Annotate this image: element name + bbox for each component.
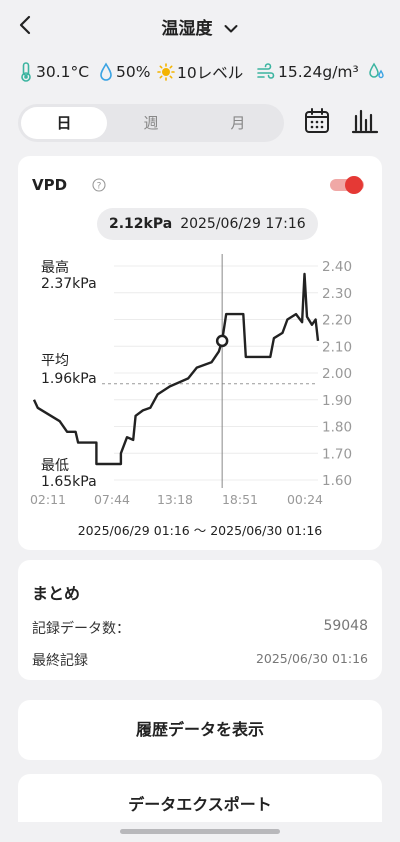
y-tick-label: 2.10 bbox=[322, 339, 352, 355]
vpd-title: VPD bbox=[32, 176, 68, 194]
export-button[interactable]: データエクスポート bbox=[18, 774, 382, 822]
droplets-icon bbox=[369, 62, 384, 79]
light-value: 10レベル bbox=[177, 64, 244, 82]
header: 温湿度 bbox=[0, 0, 400, 52]
temperature-stat: 30.1°C bbox=[18, 58, 89, 86]
humidity-value: 50% bbox=[116, 63, 151, 81]
y-tick-label: 1.80 bbox=[322, 420, 352, 436]
chevron-down-icon bbox=[224, 25, 238, 33]
water-drop-icon bbox=[100, 62, 112, 81]
selected-point-marker bbox=[215, 334, 229, 348]
sensor-stats: 30.1°C 50% 10レベル 15.24g/m³ bbox=[0, 58, 400, 86]
date-range: 2025/06/29 01:16 〜 2025/06/30 01:16 bbox=[77, 523, 323, 538]
humidity-stat: 50% bbox=[98, 58, 150, 86]
x-tick-label: 07:44 bbox=[94, 492, 130, 507]
summary-card: まとめ 記録データ数： 59048 最終記録 2025/06/30 01:16 bbox=[18, 560, 382, 680]
vpd-toggle[interactable] bbox=[330, 176, 364, 194]
x-tick-label: 00:24 bbox=[287, 492, 323, 507]
svg-text:?: ? bbox=[97, 181, 102, 191]
min-value: 1.65kPa bbox=[41, 474, 97, 490]
dew-stat bbox=[366, 58, 388, 86]
x-tick-label: 18:51 bbox=[222, 492, 258, 507]
page-title: 温湿度 bbox=[161, 19, 213, 39]
records-value: 59048 bbox=[323, 618, 368, 634]
y-tick-label: 1.90 bbox=[322, 393, 352, 409]
average-value: 1.96kPa bbox=[41, 371, 97, 387]
help-icon[interactable]: ? bbox=[92, 178, 106, 192]
absolute-humidity-stat: 15.24g/m³ bbox=[256, 58, 359, 86]
average-label: 平均 bbox=[41, 353, 69, 369]
y-tick-label: 1.60 bbox=[322, 473, 352, 489]
selected-point-pill: 2.12kPa 2025/06/29 17:16 bbox=[97, 208, 318, 240]
home-indicator bbox=[120, 829, 280, 834]
thermometer-icon bbox=[21, 62, 31, 82]
title-dropdown[interactable]: 温湿度 bbox=[0, 14, 400, 39]
x-tick-label: 13:18 bbox=[157, 492, 193, 507]
tab-month[interactable]: 月 bbox=[195, 107, 281, 139]
history-button[interactable]: 履歴データを表示 bbox=[18, 700, 382, 760]
wind-icon bbox=[257, 63, 275, 79]
last-record-value: 2025/06/30 01:16 bbox=[255, 651, 368, 666]
y-tick-label: 2.40 bbox=[322, 259, 352, 275]
absolute-humidity-value: 15.24g/m³ bbox=[278, 63, 359, 81]
max-label: 最高 bbox=[41, 259, 69, 276]
series-line bbox=[32, 272, 320, 466]
temperature-value: 30.1°C bbox=[36, 63, 90, 81]
max-value: 2.37kPa bbox=[41, 276, 97, 292]
selected-time: 2025/06/29 17:16 bbox=[180, 216, 306, 232]
min-label: 最低 bbox=[41, 458, 69, 474]
x-tick-label: 02:11 bbox=[30, 492, 66, 507]
y-tick-label: 2.20 bbox=[322, 313, 352, 329]
tab-week[interactable]: 週 bbox=[108, 107, 194, 139]
summary-title: まとめ bbox=[32, 584, 81, 603]
light-stat: 10レベル bbox=[157, 58, 243, 86]
tab-day[interactable]: 日 bbox=[21, 107, 107, 139]
records-label: 記録データ数： bbox=[32, 621, 130, 637]
y-tick-label: 2.00 bbox=[322, 366, 352, 382]
vpd-line-chart[interactable]: 2.40 2.30 2.20 2.10 2.00 1.90 1.80 1.70 1.60 02:… bbox=[18, 250, 382, 520]
calendar-icon[interactable] bbox=[302, 106, 332, 136]
y-tick-label: 1.70 bbox=[322, 446, 352, 462]
last-record-label: 最終記録 bbox=[32, 653, 88, 669]
y-tick-label: 2.30 bbox=[322, 286, 352, 302]
sun-icon bbox=[157, 63, 175, 81]
bar-chart-icon[interactable] bbox=[350, 106, 380, 136]
period-tabs: 日 週 月 bbox=[18, 104, 284, 142]
selected-value: 2.12kPa bbox=[109, 216, 173, 232]
